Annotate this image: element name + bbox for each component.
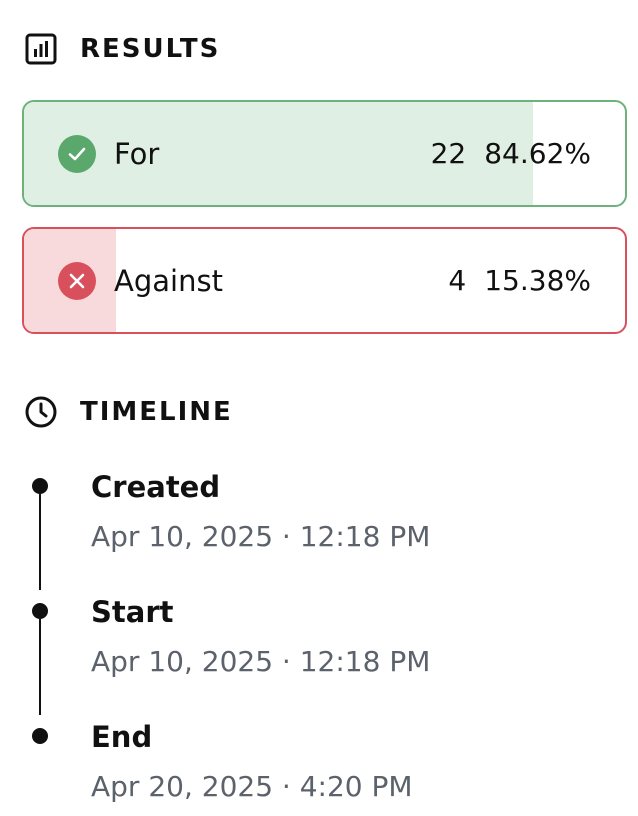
timeline-connector	[39, 494, 41, 590]
timeline-event-end-date: Apr 20, 2025 · 4:20 PM	[91, 770, 413, 803]
option-for-label: For	[114, 136, 160, 171]
timeline-header: TIMELINE	[24, 395, 233, 429]
timeline-event-start-label: Start	[91, 595, 174, 629]
option-against-label: Against	[114, 263, 223, 298]
option-for-count: 22	[430, 137, 467, 170]
option-against-count: 4	[448, 264, 467, 297]
timeline-event-start-date: Apr 10, 2025 · 12:18 PM	[91, 645, 431, 678]
timeline-event-created-date: Apr 10, 2025 · 12:18 PM	[91, 520, 431, 553]
timeline-dot	[32, 603, 48, 619]
timeline-event-end-label: End	[91, 720, 153, 754]
results-title: RESULTS	[80, 34, 221, 64]
timeline: Created Apr 10, 2025 · 12:18 PM Start Ap…	[24, 470, 624, 810]
option-for[interactable]: For 22 84.62%	[22, 100, 627, 207]
clock-icon	[24, 395, 58, 429]
option-against-percent: 15.38%	[484, 264, 591, 297]
x-circle-icon	[58, 261, 96, 300]
timeline-connector	[39, 619, 41, 715]
option-for-percent: 84.62%	[484, 137, 591, 170]
option-against[interactable]: Against 4 15.38%	[22, 227, 627, 334]
check-circle-icon	[58, 134, 96, 173]
timeline-dot	[32, 728, 48, 744]
results-header: RESULTS	[24, 32, 220, 66]
timeline-title: TIMELINE	[80, 397, 233, 427]
bar-chart-icon	[24, 32, 58, 66]
timeline-dot	[32, 478, 48, 494]
timeline-event-created-label: Created	[91, 470, 221, 504]
